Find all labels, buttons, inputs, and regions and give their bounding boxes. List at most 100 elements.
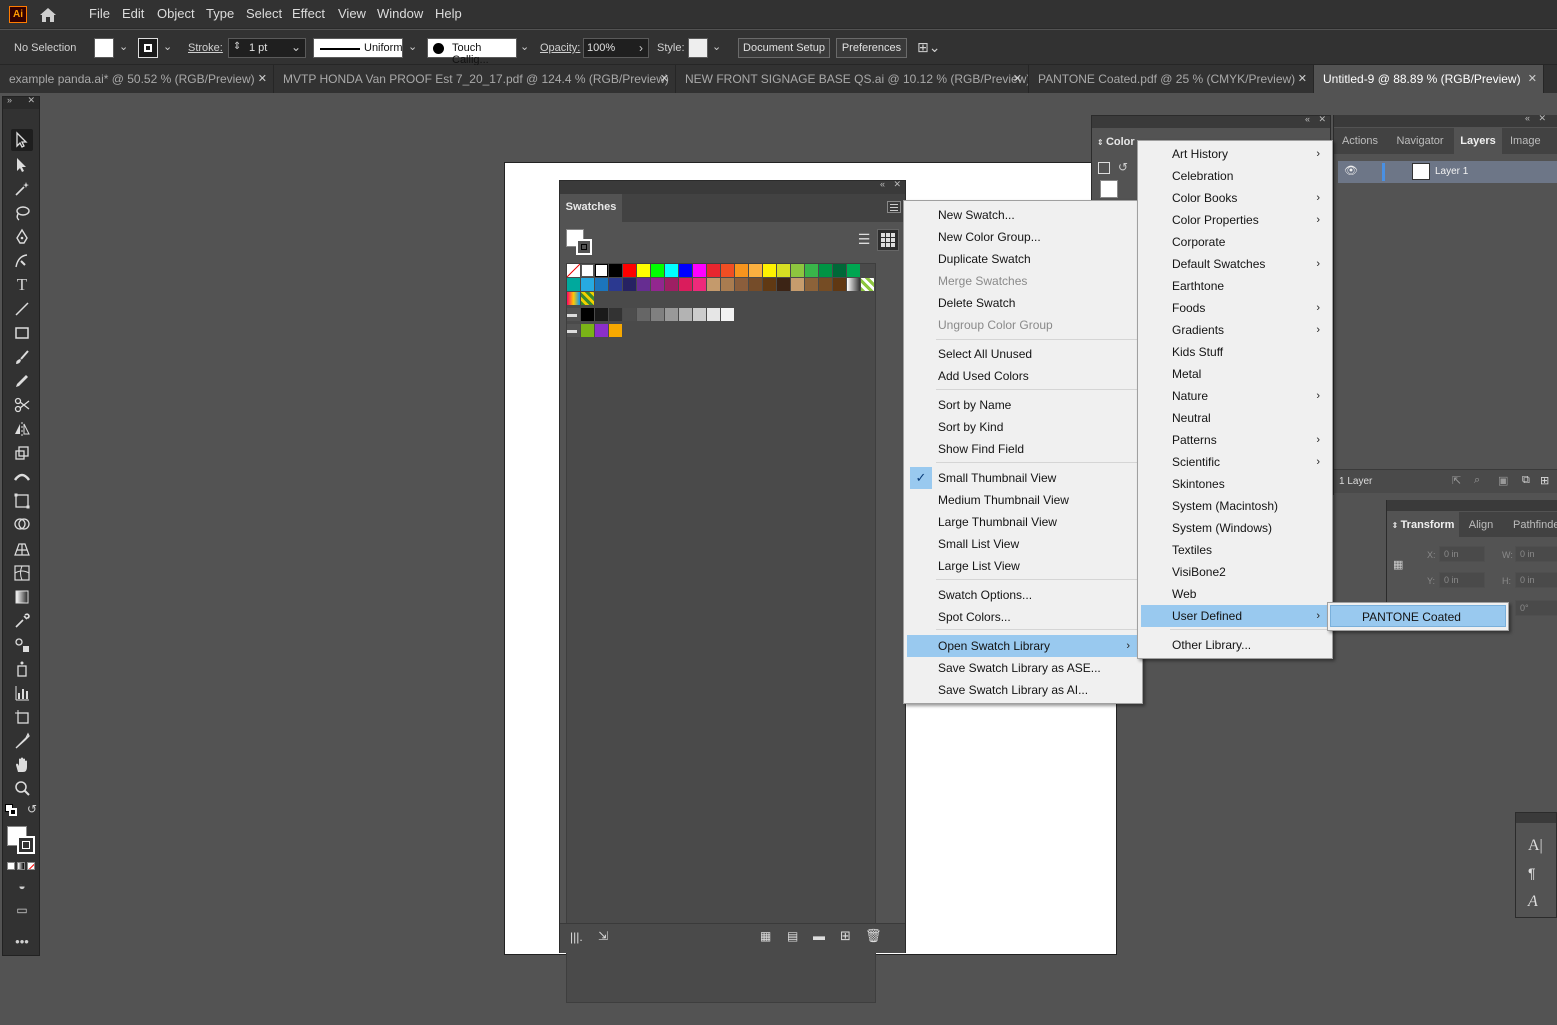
type-tool-icon[interactable]: T (11, 274, 33, 296)
library-menu-item[interactable]: Patterns › (1141, 429, 1330, 451)
menu-view[interactable]: View (338, 6, 366, 21)
library-menu-item[interactable]: Celebration (1141, 165, 1330, 187)
library-menu-item[interactable]: Foods › (1141, 297, 1330, 319)
color-swatch[interactable] (847, 264, 860, 277)
color-swatch[interactable] (777, 278, 790, 291)
fill-dropdown-icon[interactable]: ⌄ (119, 40, 128, 53)
style-swatch[interactable] (688, 38, 708, 58)
color-swatch[interactable] (791, 278, 804, 291)
color-swatch[interactable] (735, 278, 748, 291)
eyedropper-tool-icon[interactable] (11, 610, 33, 632)
stroke-swatch[interactable] (576, 239, 592, 255)
menu-item[interactable]: Duplicate Swatch (907, 248, 1140, 270)
rectangle-tool-icon[interactable] (11, 322, 33, 344)
h-field[interactable]: 0 in (1515, 572, 1557, 588)
menu-item[interactable]: Spot Colors... (907, 606, 1140, 628)
close-icon[interactable]: ✕ (27, 95, 35, 106)
color-swatch[interactable] (805, 278, 818, 291)
color-mode-buttons[interactable] (7, 862, 37, 871)
opacity-label[interactable]: Opacity: (540, 42, 580, 54)
rotate-field[interactable]: 0° (1515, 600, 1557, 616)
perspective-grid-tool-icon[interactable] (11, 538, 33, 560)
home-icon[interactable] (38, 5, 58, 25)
grayscale-swatch[interactable] (623, 308, 636, 321)
color-swatch[interactable] (637, 264, 650, 277)
color-swatch[interactable] (651, 278, 664, 291)
thumbnail-view-icon[interactable] (877, 229, 899, 251)
close-icon[interactable]: ✕ (660, 65, 669, 93)
menu-item[interactable]: Open Swatch Library › (907, 635, 1140, 657)
stroke-weight-field[interactable]: ⇕ 1 pt ⌄ (228, 38, 306, 58)
close-icon[interactable]: ✕ (1318, 114, 1326, 125)
direct-selection-tool-icon[interactable] (11, 154, 33, 176)
color-swatch[interactable] (805, 264, 818, 277)
close-icon[interactable]: ✕ (1013, 65, 1022, 93)
color-swatch[interactable] (609, 264, 622, 277)
grayscale-swatch[interactable] (707, 308, 720, 321)
color-swatch[interactable] (581, 324, 594, 337)
color-swatch[interactable] (707, 264, 720, 277)
reflect-tool-icon[interactable] (11, 418, 33, 440)
menu-item[interactable]: Sort by Kind (907, 416, 1140, 438)
profile-select[interactable]: Uniform (313, 38, 403, 58)
library-menu-item[interactable]: Skintones (1141, 473, 1330, 495)
pen-tool-icon[interactable] (11, 226, 33, 248)
library-menu-item[interactable]: Scientific › (1141, 451, 1330, 473)
library-menu-item[interactable]: Textiles (1141, 539, 1330, 561)
w-field[interactable]: 0 in (1515, 546, 1557, 562)
library-menu-item[interactable]: Web (1141, 583, 1330, 605)
color-swatch[interactable] (707, 278, 720, 291)
menu-help[interactable]: Help (435, 6, 462, 21)
new-layer-icon[interactable]: ⊞ (1540, 474, 1549, 487)
none-swatch[interactable] (567, 264, 580, 277)
color-swatch[interactable] (735, 264, 748, 277)
library-menu-item[interactable]: Kids Stuff (1141, 341, 1330, 363)
gradient-swatch[interactable] (567, 292, 580, 305)
mesh-tool-icon[interactable] (11, 562, 33, 584)
library-menu-item[interactable]: System (Windows) (1141, 517, 1330, 539)
lasso-tool-icon[interactable] (11, 202, 33, 224)
curvature-tool-icon[interactable] (11, 250, 33, 272)
color-swatch[interactable] (819, 264, 832, 277)
library-menu-item[interactable]: System (Macintosh) (1141, 495, 1330, 517)
grayscale-swatch[interactable] (637, 308, 650, 321)
more-tools-icon[interactable]: ••• (11, 931, 33, 953)
menu-item[interactable]: Swatch Options... (907, 584, 1140, 606)
scale-tool-icon[interactable] (11, 442, 33, 464)
library-menu-item[interactable]: Nature › (1141, 385, 1330, 407)
menu-item[interactable]: Save Swatch Library as AI... (907, 679, 1140, 701)
menu-edit[interactable]: Edit (122, 6, 144, 21)
brush-select[interactable]: Touch Callig... (427, 38, 517, 66)
grayscale-swatch[interactable] (595, 308, 608, 321)
stroke-swatch[interactable] (138, 38, 158, 58)
library-menu-item[interactable]: VisiBone2 (1141, 561, 1330, 583)
menu-item[interactable]: Delete Swatch (907, 292, 1140, 314)
menu-item[interactable]: Medium Thumbnail View (907, 489, 1140, 511)
library-menu-item[interactable]: Art History › (1141, 143, 1330, 165)
symbol-sprayer-tool-icon[interactable] (11, 658, 33, 680)
tab-image-trace[interactable]: Image Tra (1502, 128, 1557, 173)
artboard-tool-icon[interactable] (11, 706, 33, 728)
color-swatch[interactable] (581, 278, 594, 291)
pattern-swatch[interactable] (861, 278, 874, 291)
free-transform-tool-icon[interactable] (11, 490, 33, 512)
grayscale-swatch[interactable] (651, 308, 664, 321)
menu-item[interactable]: Large List View (907, 555, 1140, 577)
stroke-dropdown-icon[interactable]: ⌄ (163, 40, 172, 53)
library-menu-item[interactable]: Other Library... (1141, 634, 1330, 656)
tab-swatches[interactable]: Swatches (560, 194, 622, 222)
library-menu-item[interactable]: Neutral (1141, 407, 1330, 429)
new-sublayer-icon[interactable]: ⧉ (1522, 474, 1530, 487)
color-swatch[interactable] (749, 264, 762, 277)
new-color-group-icon[interactable]: ▬ (813, 929, 825, 943)
library-menu-item[interactable]: Earthtone (1141, 275, 1330, 297)
place-swatches-icon[interactable]: ⇲ (598, 929, 608, 943)
slice-tool-icon[interactable] (11, 730, 33, 752)
preferences-button[interactable]: Preferences (836, 38, 907, 58)
opacity-arrow-icon[interactable]: › (639, 41, 643, 55)
color-swatch[interactable] (595, 278, 608, 291)
close-icon[interactable]: ✕ (1528, 65, 1537, 93)
doc-tab-2[interactable]: MVTP HONDA Van PROOF Est 7_20_17.pdf @ 1… (274, 65, 676, 93)
default-colors-icon[interactable] (1098, 162, 1110, 174)
menu-item[interactable]: Save Swatch Library as ASE... (907, 657, 1140, 679)
